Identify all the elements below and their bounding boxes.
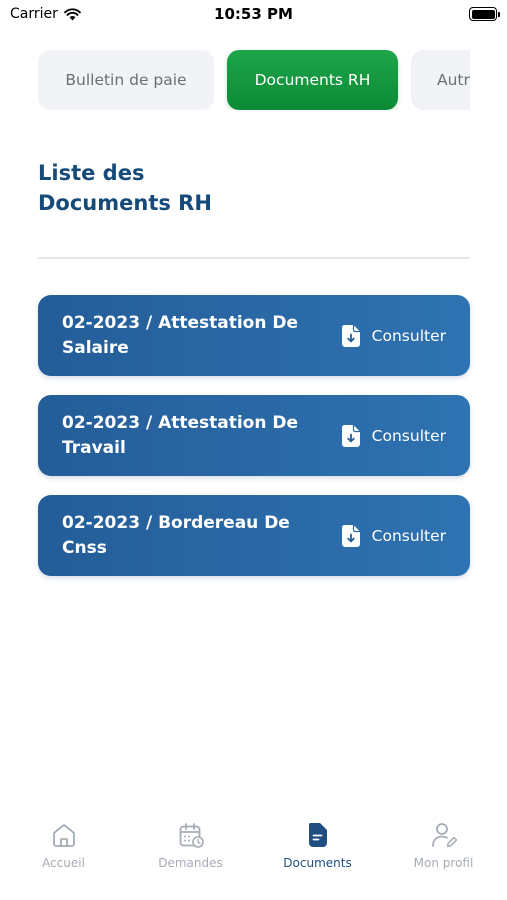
nav-label: Documents	[283, 856, 352, 870]
document-title: 02-2023 / Attestation De Salaire	[62, 312, 299, 358]
battery-icon	[469, 7, 500, 21]
status-bar: Carrier 10:53 PM	[0, 0, 507, 30]
consult-label: Consulter	[371, 526, 446, 545]
file-download-icon	[340, 324, 362, 348]
nav-item-accueil[interactable]: Accueil	[0, 820, 127, 870]
page-title-line1: Liste des	[38, 161, 145, 185]
document-title: 02-2023 / Bordereau De Cnss	[62, 512, 290, 558]
home-icon	[49, 820, 79, 850]
profile-icon	[429, 820, 459, 850]
document-card[interactable]: 02-2023 / Attestation De Salaire Consult…	[38, 295, 470, 376]
tab-autres[interactable]: Autres	[411, 50, 470, 110]
divider	[38, 257, 470, 259]
calendar-icon	[176, 820, 206, 850]
document-list: 02-2023 / Attestation De Salaire Consult…	[38, 295, 470, 595]
tabs-scroller[interactable]: Bulletin de paie Documents RH Autres	[38, 50, 470, 110]
nav-label: Demandes	[158, 856, 223, 870]
nav-item-mon-profil[interactable]: Mon profil	[380, 820, 507, 870]
tab-bulletin-de-paie[interactable]: Bulletin de paie	[38, 50, 214, 110]
document-title: 02-2023 / Attestation De Travail	[62, 412, 299, 458]
consult-button[interactable]: Consulter	[340, 524, 446, 548]
consult-label: Consulter	[371, 326, 446, 345]
page-title: Liste des Documents RH	[38, 158, 470, 218]
nav-item-demandes[interactable]: Demandes	[127, 820, 254, 870]
consult-button[interactable]: Consulter	[340, 324, 446, 348]
page-title-line2: Documents RH	[38, 191, 212, 215]
nav-label: Mon profil	[413, 856, 474, 870]
tab-documents-rh[interactable]: Documents RH	[227, 50, 398, 110]
document-card[interactable]: 02-2023 / Attestation De Travail Consult…	[38, 395, 470, 476]
status-time: 10:53 PM	[214, 5, 293, 23]
bottom-nav: Accueil Demandes Documents Mon profil	[0, 810, 507, 900]
document-icon	[303, 820, 333, 850]
nav-item-documents[interactable]: Documents	[254, 820, 381, 870]
document-card[interactable]: 02-2023 / Bordereau De Cnss Consulter	[38, 495, 470, 576]
consult-label: Consulter	[371, 426, 446, 445]
file-download-icon	[340, 424, 362, 448]
file-download-icon	[340, 524, 362, 548]
nav-label: Accueil	[42, 856, 85, 870]
consult-button[interactable]: Consulter	[340, 424, 446, 448]
